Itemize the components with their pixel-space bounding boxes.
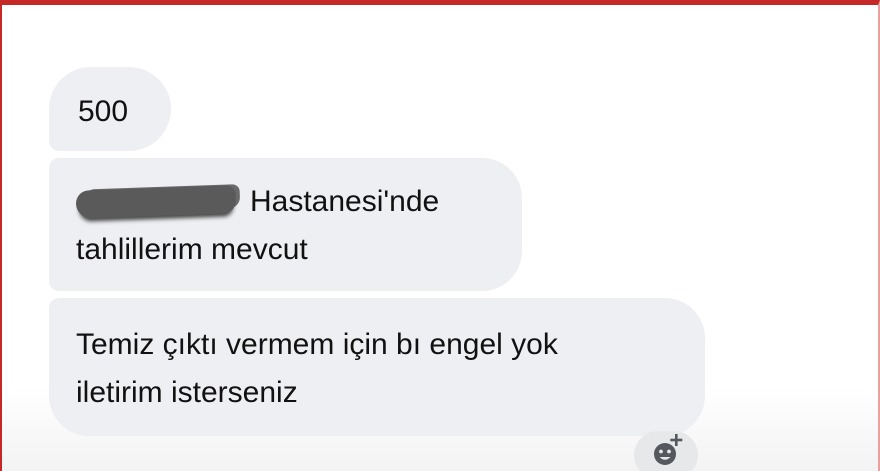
chat-frame: 500 Hastanesi'nde tahlillerim mevcut Tem… — [0, 0, 880, 471]
add-reaction-button[interactable] — [634, 431, 698, 471]
add-reaction-icon — [654, 434, 683, 465]
message-text: 500 — [78, 95, 129, 128]
message-bubble[interactable]: Hastanesi'nde tahlillerim mevcut — [49, 158, 522, 291]
message-text: tahlillerim mevcut — [76, 233, 308, 266]
message-line: Hastanesi'nde — [75, 178, 522, 226]
redaction-mark — [75, 185, 237, 219]
message-bubble[interactable]: 500 — [49, 67, 171, 151]
message-bubble[interactable]: Temiz çıktı vermem için bı engel yok ile… — [49, 298, 705, 436]
message-text: Temiz çıktı vermem için bı engel yok — [76, 328, 558, 361]
message-text: iletirim isterseniz — [76, 376, 298, 409]
message-text: Hastanesi'nde — [250, 185, 440, 218]
